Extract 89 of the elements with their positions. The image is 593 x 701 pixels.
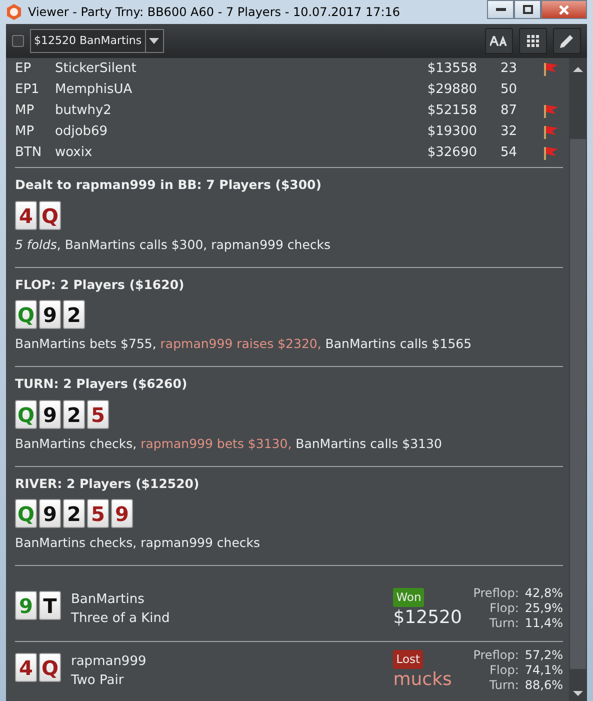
maximize-icon [522, 5, 532, 14]
window-title: Viewer - Party Trny: BB600 A60 - 7 Players - 10.07.2017 17:16 [28, 4, 400, 21]
result-badge: Won [393, 588, 424, 608]
equity-value: 74,1% [524, 663, 563, 678]
player-hands: 87 [499, 102, 517, 120]
player-name: woxix [55, 144, 94, 162]
player-hands: 54 [499, 144, 517, 162]
close-button[interactable] [541, 0, 587, 19]
hand-select[interactable]: $12520 BanMartins [30, 29, 164, 53]
equity-label: Turn: [488, 616, 519, 631]
playing-card: 2 [63, 300, 85, 330]
maximize-button[interactable] [514, 0, 541, 19]
grid-button[interactable] [519, 28, 547, 54]
player-hands: 23 [499, 60, 517, 78]
result-badge: Lost [393, 650, 423, 670]
playing-card: 9 [111, 499, 133, 528]
playing-card: 4 [15, 653, 37, 682]
player-name: StickerSilent [55, 60, 138, 78]
player-hands: 50 [499, 80, 517, 99]
equity-value: 25,9% [524, 601, 563, 616]
playing-card: Q [15, 499, 37, 528]
equity-value: 42,8% [524, 586, 563, 601]
action-line: BanMartins checks, rapman999 checks [15, 534, 262, 552]
checkbox[interactable] [12, 35, 24, 47]
equity-label: Preflop: [473, 648, 519, 663]
app-logo-icon [6, 4, 22, 20]
player-position: EP1 [15, 80, 40, 99]
result-amount: $12520 [393, 607, 463, 630]
playing-card: 9 [39, 499, 61, 528]
playing-card: Q [39, 200, 61, 230]
equity-label: Turn: [488, 678, 519, 693]
street-title: TURN: 2 Players ($6260) [15, 375, 188, 393]
scrollbar[interactable] [569, 58, 587, 701]
result-amount: mucks [393, 669, 453, 692]
action-line: BanMartins bets $755, rapman999 raises $2320, BanMartins calls $1565 [15, 335, 473, 354]
scroll-thumb[interactable] [570, 139, 586, 669]
edit-button[interactable] [553, 28, 581, 54]
hand-rank: Three of a Kind [71, 610, 171, 628]
playing-card: 2 [63, 499, 85, 528]
player-hands: 32 [499, 122, 517, 141]
grid-icon [527, 35, 539, 47]
player-position: MP [15, 102, 36, 120]
player-name: MemphisUA [55, 80, 134, 99]
player-name: odjob69 [55, 122, 109, 141]
playing-card: Q [15, 400, 37, 429]
playing-card: 9 [39, 300, 61, 330]
playing-card: 9 [39, 400, 61, 429]
equity-label: Flop: [488, 601, 519, 616]
equity-value: 88,6% [524, 678, 563, 693]
player-stack: $13558 [426, 60, 477, 78]
playing-card: 9 [15, 591, 37, 620]
equity-label: Preflop: [473, 586, 519, 601]
playing-card: T [39, 591, 61, 620]
caret-icon [149, 38, 160, 44]
flag-icon [543, 62, 559, 76]
playing-card: 2 [63, 400, 85, 429]
minimize-icon [496, 8, 506, 12]
font-size-button[interactable] [485, 28, 513, 54]
equity-label: Flop: [488, 663, 519, 678]
flag-icon [543, 124, 559, 138]
playing-card: 5 [87, 499, 109, 528]
action-line: 5 folds, BanMartins calls $300, rapman999 checks [15, 236, 332, 254]
minimize-button[interactable] [487, 0, 514, 19]
playing-card: 4 [15, 200, 37, 230]
action-line: BanMartins checks, rapman999 bets $3130, BanMartins calls $3130 [15, 434, 443, 453]
playing-card: 5 [87, 400, 109, 429]
player-name: rapman999 [71, 652, 148, 670]
pencil-icon [559, 33, 575, 49]
close-icon [559, 4, 569, 14]
playing-card: Q [15, 300, 37, 330]
player-position: EP [15, 60, 32, 78]
equity-value: 11,4% [524, 616, 563, 631]
hand-rank: Two Pair [71, 672, 125, 690]
player-name: BanMartins [71, 590, 146, 608]
player-position: MP [15, 122, 36, 141]
equity-value: 57,2% [524, 648, 563, 663]
street-title: FLOP: 2 Players ($1620) [15, 276, 186, 294]
street-title: RIVER: 2 Players ($12520) [15, 474, 200, 493]
player-stack: $29880 [426, 80, 477, 99]
flag-icon [543, 104, 559, 118]
player-name: butwhy2 [55, 102, 112, 120]
player-stack: $19300 [426, 122, 477, 141]
flag-icon [543, 146, 559, 160]
font-size-icon [490, 36, 508, 46]
player-position: BTN [15, 144, 43, 162]
playing-card: Q [39, 653, 61, 682]
player-stack: $32690 [426, 144, 477, 162]
player-stack: $52158 [426, 102, 477, 120]
street-title: Dealt to rapman999 in BB: 7 Players ($300) [15, 176, 322, 194]
